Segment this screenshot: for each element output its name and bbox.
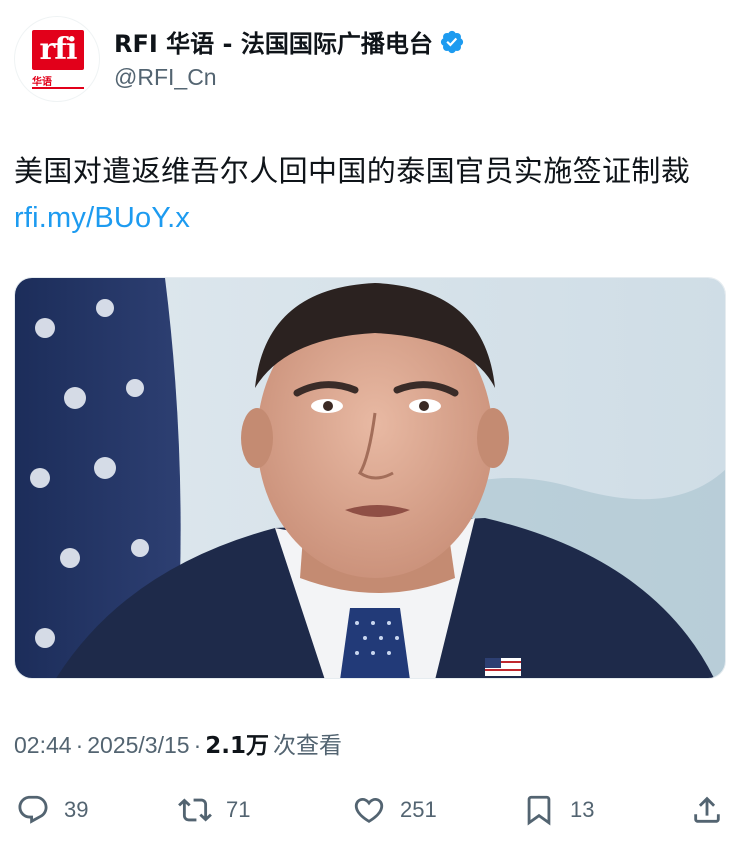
display-name[interactable]: RFI 华语 - 法国国际广播电台 <box>114 24 433 59</box>
views-label: 次查看 <box>272 733 342 759</box>
share-button[interactable] <box>690 790 724 830</box>
tweet-link[interactable]: rfi.my/BUoY.x <box>14 202 190 234</box>
retweet-count: 71 <box>226 797 251 822</box>
bookmark-button[interactable]: 13 <box>522 790 594 830</box>
reply-button[interactable]: 39 <box>16 790 88 830</box>
like-count: 251 <box>400 797 437 822</box>
reply-count: 39 <box>64 797 89 822</box>
rfi-logo-subtitle: 华语 <box>32 77 52 88</box>
meta-separator: · <box>193 732 202 758</box>
user-handle[interactable]: @RFI_Cn <box>114 64 217 91</box>
tweet-header: rfi 华语 RFI 华语 - 法国国际广播电台 @RFI_Cn <box>14 16 726 102</box>
like-button[interactable]: 251 <box>352 790 437 830</box>
name-row: RFI 华语 - 法国国际广播电台 <box>114 24 465 59</box>
verified-badge-icon[interactable] <box>439 29 465 55</box>
views-count[interactable]: 2.1万 <box>205 733 269 759</box>
bookmark-icon <box>527 795 551 826</box>
tweet-date[interactable]: 2025/3/15 <box>87 732 189 758</box>
reply-icon <box>18 795 48 824</box>
rfi-logo-text: rfi <box>39 32 77 67</box>
retweet-button[interactable]: 71 <box>178 790 250 830</box>
like-icon <box>354 797 384 823</box>
bookmark-count: 13 <box>570 797 595 822</box>
tweet-meta: 02:44 · 2025/3/15 · 2.1万 次查看 <box>14 726 342 760</box>
tweet-body: 美国对遣返维吾尔人回中国的泰国官员实施签证制裁 <box>14 154 691 188</box>
tweet-image[interactable] <box>14 277 726 679</box>
share-icon <box>694 796 720 823</box>
meta-separator: · <box>75 732 84 758</box>
retweet-icon <box>178 798 212 822</box>
tweet-text: 美国对遣返维吾尔人回中国的泰国官员实施签证制裁 rfi.my/BUoY.x <box>14 148 730 241</box>
photo-illustration <box>15 278 725 678</box>
rfi-logo: rfi <box>32 30 84 70</box>
tweet-time[interactable]: 02:44 <box>14 732 72 758</box>
action-bar: 39 71 251 13 <box>14 790 730 830</box>
logo-divider <box>32 87 84 89</box>
avatar[interactable]: rfi 华语 <box>14 16 100 102</box>
